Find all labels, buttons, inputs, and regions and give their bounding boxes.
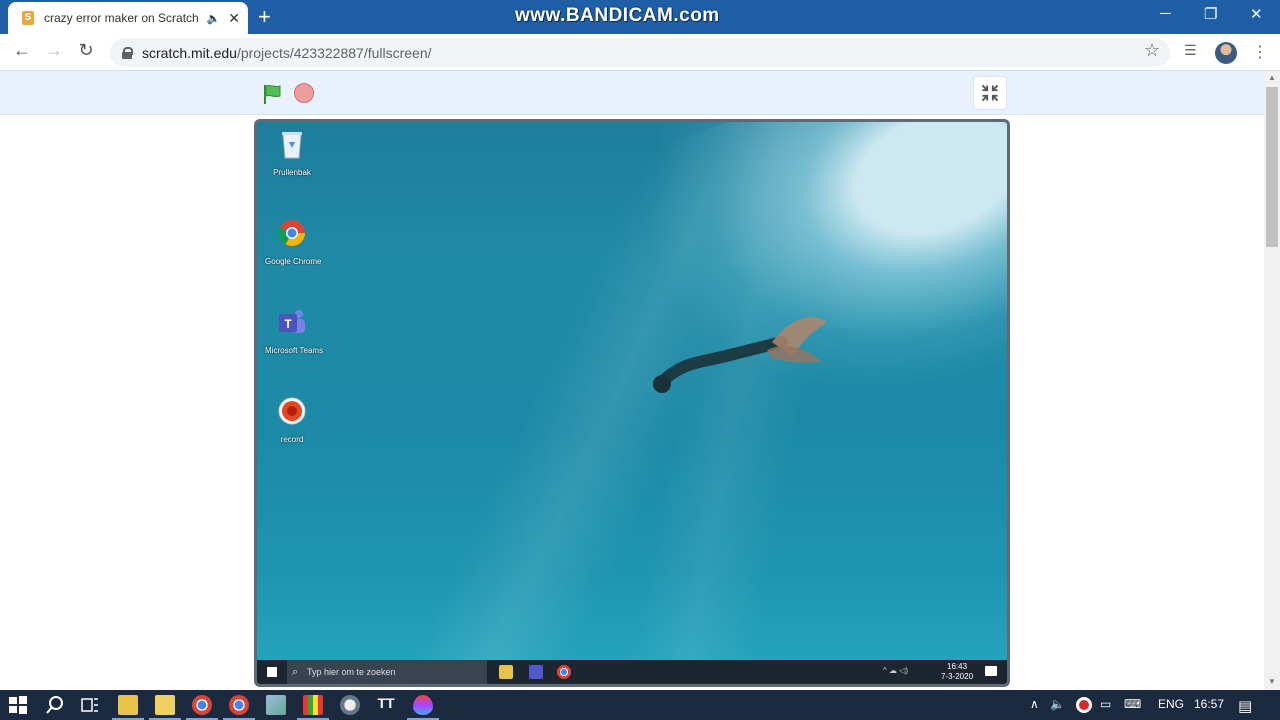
desktop-icon-recycle-bin[interactable]: Prullenbak xyxy=(265,128,319,177)
stage-start-button[interactable] xyxy=(267,667,277,677)
browser-titlebar: S crazy error maker on Scratch 🔈 ✕ + www… xyxy=(0,0,1280,34)
network-icon[interactable]: ▭ xyxy=(1100,697,1111,711)
stage-clock-time: 16:43 xyxy=(947,662,968,671)
page-scrollbar[interactable]: ▲ ▼ xyxy=(1264,71,1280,691)
desktop-icon-chrome[interactable]: Google Chrome xyxy=(265,217,322,266)
scroll-up-arrow[interactable]: ▲ xyxy=(1268,73,1276,82)
address-toolbar: ← → ↻ scratch.mit.edu/projects/423322887… xyxy=(0,34,1280,71)
photos-icon[interactable] xyxy=(266,695,286,715)
speaker-icon[interactable]: 🔈 xyxy=(207,12,221,25)
windows-start-icon[interactable] xyxy=(8,695,28,715)
media-control-icon[interactable]: ☰ xyxy=(1184,42,1197,59)
chrome-icon[interactable] xyxy=(186,695,218,720)
tab-title: crazy error maker on Scratch xyxy=(44,11,199,25)
chrome-icon[interactable] xyxy=(557,665,571,679)
teams-icon[interactable] xyxy=(529,665,543,679)
record-icon[interactable] xyxy=(1076,697,1092,713)
minimize-button[interactable]: ─ xyxy=(1160,5,1171,22)
url-bar[interactable]: scratch.mit.edu/projects/423322887/fulls… xyxy=(110,38,1170,67)
browser-tab[interactable]: S crazy error maker on Scratch 🔈 ✕ xyxy=(8,2,248,34)
language-indicator[interactable]: ENG xyxy=(1158,697,1184,711)
stage-header xyxy=(0,71,1264,115)
new-tab-button[interactable]: + xyxy=(258,4,271,30)
close-window-button[interactable]: ✕ xyxy=(1250,5,1263,23)
show-hidden-icons[interactable]: ∧ xyxy=(1030,697,1039,711)
chrome-icon-2[interactable] xyxy=(223,695,255,720)
app-icon[interactable] xyxy=(297,695,329,720)
stage-search-box[interactable]: Typ hier om te zoeken xyxy=(287,660,487,684)
volume-icon[interactable]: 🔈 xyxy=(1050,697,1065,711)
exit-fullscreen-icon[interactable] xyxy=(973,76,1007,110)
url-path: /projects/423322887/fullscreen/ xyxy=(236,44,432,61)
scroll-down-arrow[interactable]: ▼ xyxy=(1268,677,1276,686)
text-tool-icon[interactable]: TT xyxy=(376,695,396,715)
tab-close-button[interactable]: ✕ xyxy=(228,10,240,27)
keyboard-icon[interactable]: ⌨ xyxy=(1124,697,1141,711)
restore-button[interactable]: ❐ xyxy=(1204,5,1217,23)
paint-icon[interactable] xyxy=(340,695,360,715)
recycle-bin-icon xyxy=(282,132,302,159)
forward-button[interactable]: → xyxy=(42,40,66,61)
task-view-icon[interactable] xyxy=(80,695,100,715)
teams-icon: T xyxy=(279,310,305,333)
desktop-icon-label: Google Chrome xyxy=(265,257,322,266)
project-stage[interactable]: Prullenbak Google Chrome T Microsoft Tea… xyxy=(254,119,1010,687)
reload-button[interactable]: ↻ xyxy=(74,40,98,61)
scratch-favicon: S xyxy=(22,11,34,25)
svg-text:T: T xyxy=(284,317,292,331)
back-button[interactable]: ← xyxy=(10,40,34,61)
stage-taskbar: Typ hier om te zoeken ^ ☁ ◁) 16:43 7-3-2… xyxy=(257,660,1007,684)
file-explorer-icon-2[interactable] xyxy=(149,695,181,720)
chrome-icon xyxy=(277,220,306,247)
scroll-thumb[interactable] xyxy=(1266,87,1278,247)
droplet-icon[interactable] xyxy=(407,695,439,720)
bookmark-star-icon[interactable]: ☆ xyxy=(1144,40,1160,61)
record-icon xyxy=(278,397,306,425)
profile-avatar[interactable] xyxy=(1215,42,1237,64)
file-explorer-icon[interactable] xyxy=(499,665,513,679)
action-center-icon[interactable]: ▤ xyxy=(1238,697,1252,715)
desktop-icon-label: Microsoft Teams xyxy=(265,346,324,355)
stage-clock: 16:43 7-3-2020 xyxy=(941,662,973,682)
lock-icon[interactable] xyxy=(122,46,133,59)
system-clock[interactable]: 16:57 xyxy=(1194,697,1224,711)
desktop-icon-label: Prullenbak xyxy=(273,168,311,177)
desktop-icon-label: record xyxy=(280,435,304,444)
notification-icon[interactable] xyxy=(985,666,997,676)
menu-icon[interactable]: ⋮ xyxy=(1252,42,1268,62)
url-host: scratch.mit.edu xyxy=(142,44,237,61)
desktop-icon-record[interactable]: record xyxy=(265,395,319,444)
stage-tray-icons[interactable]: ^ ☁ ◁) xyxy=(883,666,908,675)
stage-clock-date: 7-3-2020 xyxy=(941,672,974,681)
bandicam-watermark: www.BANDICAM.com xyxy=(515,5,720,26)
search-icon[interactable] xyxy=(45,695,65,715)
desktop-icon-teams[interactable]: T Microsoft Teams xyxy=(265,306,324,355)
green-flag-icon[interactable] xyxy=(261,83,283,105)
diver-image xyxy=(653,317,827,393)
file-explorer-icon[interactable] xyxy=(112,695,144,720)
stop-icon[interactable] xyxy=(294,83,314,103)
